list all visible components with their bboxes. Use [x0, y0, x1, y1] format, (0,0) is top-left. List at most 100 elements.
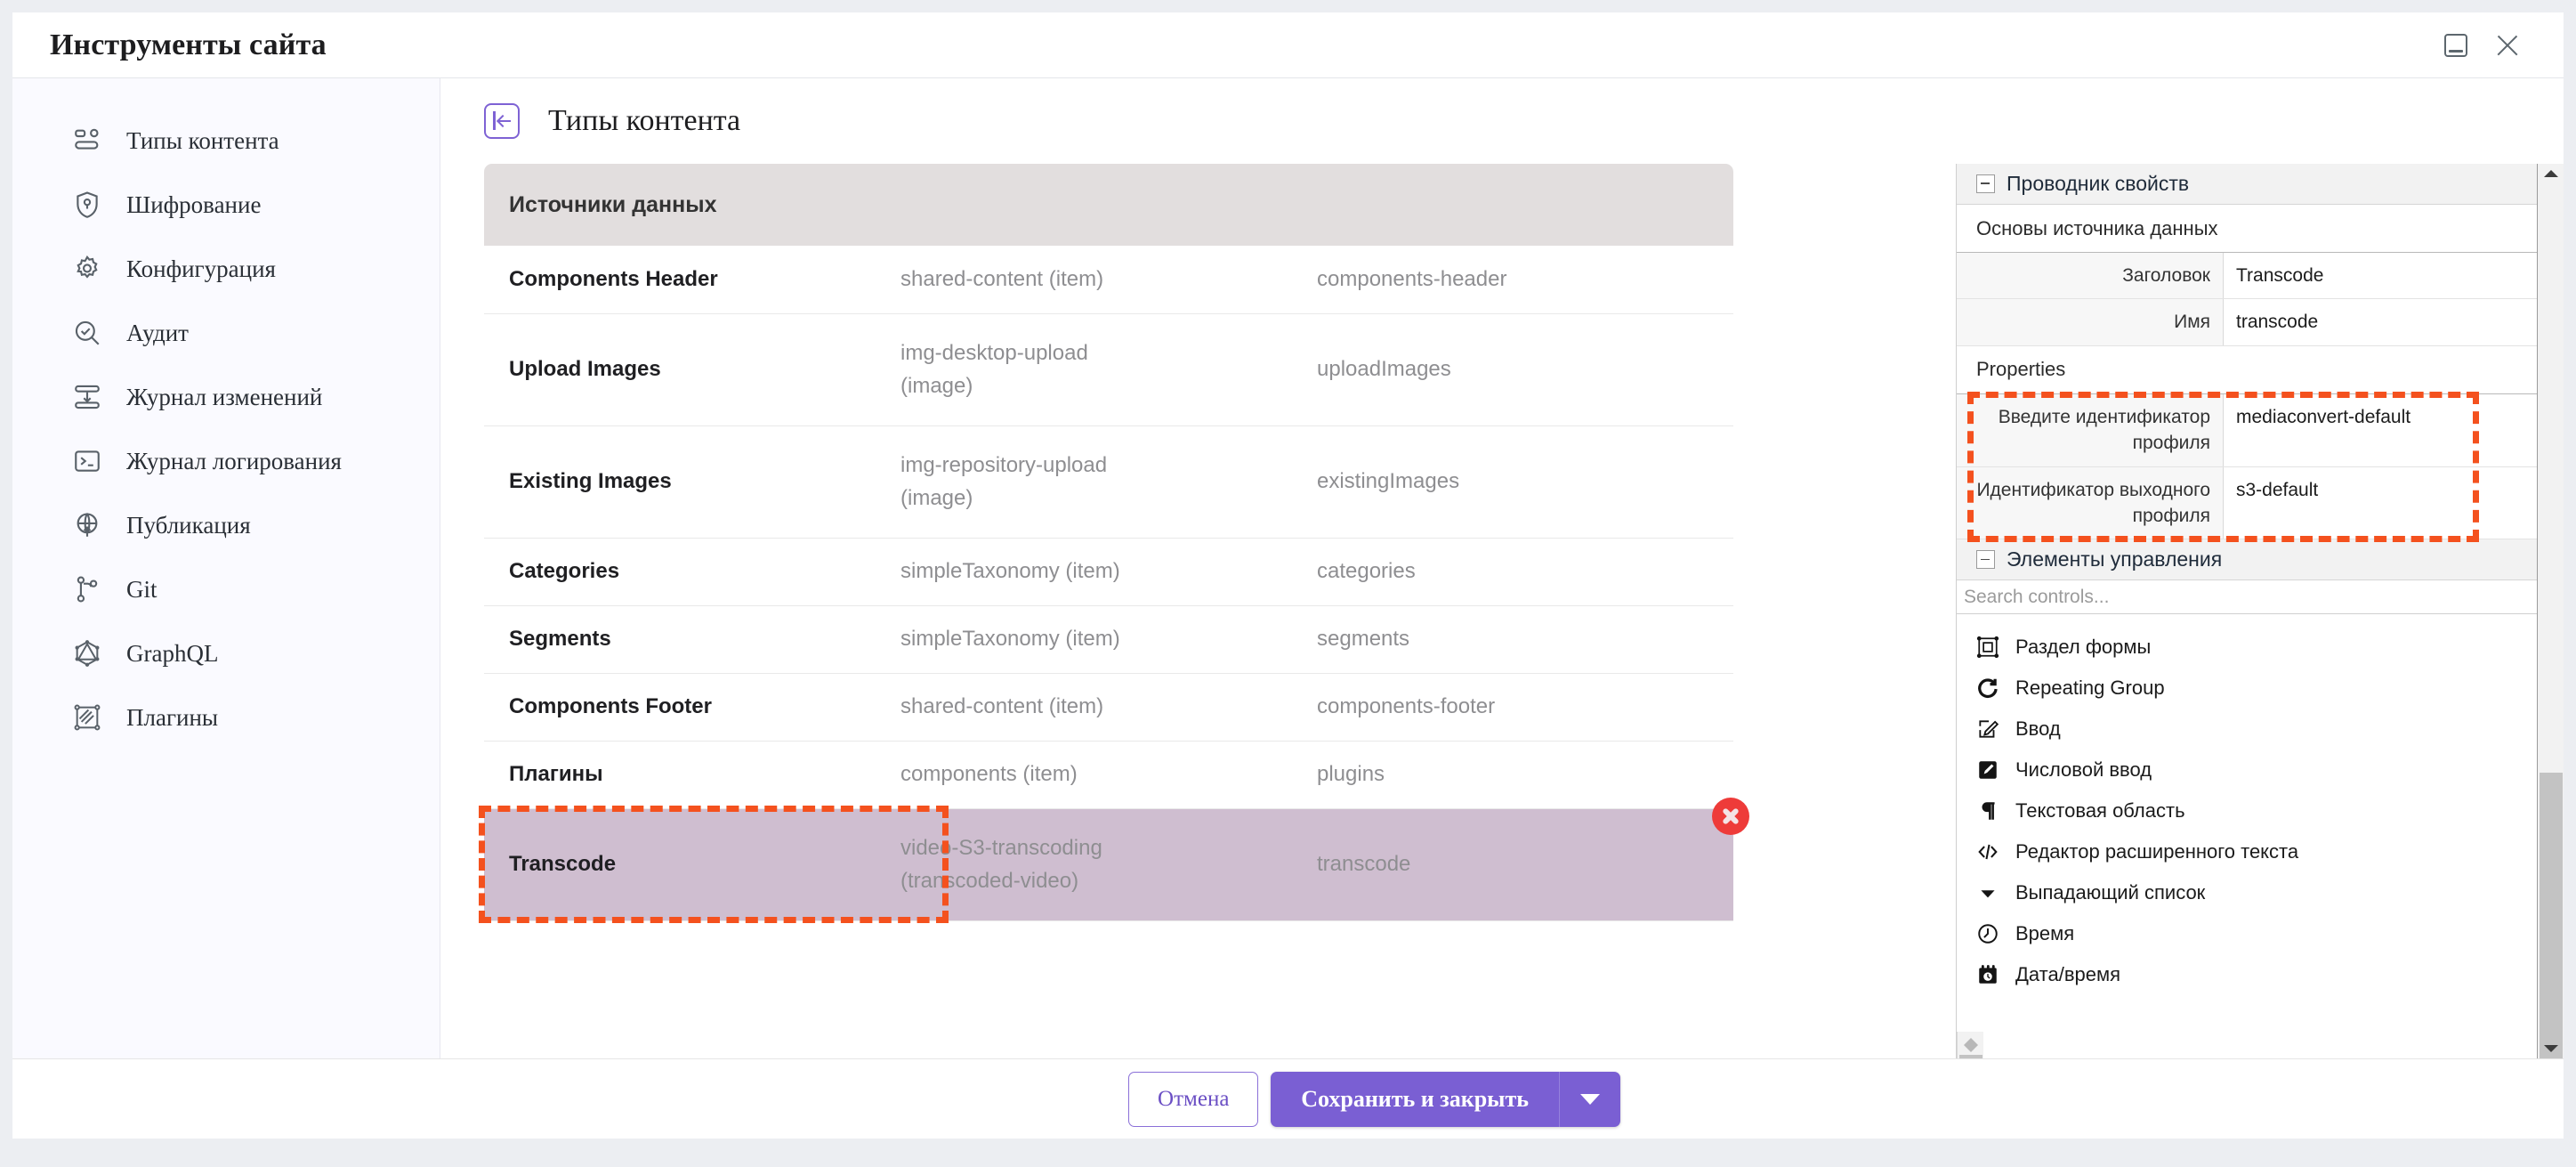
sidebar-item-publish[interactable]: Публикация: [12, 493, 440, 557]
restore-window-button[interactable]: [2430, 20, 2482, 71]
sidebar-item-audit[interactable]: Аудит: [12, 301, 440, 365]
table-cell-title: Existing Images: [484, 425, 900, 539]
properties-panel-scrollbar[interactable]: [1957, 1032, 1983, 1058]
controls-header[interactable]: Элементы управления: [1957, 539, 2537, 581]
window-scrollbar[interactable]: [2537, 164, 2564, 1058]
window-scroll-down-arrow[interactable]: [2538, 1039, 2564, 1058]
properties-explorer-header[interactable]: Проводник свойств: [1957, 164, 2537, 205]
control-item-label: Текстовая область: [2015, 799, 2185, 823]
table-cell-title: Components Footer: [484, 673, 900, 742]
properties-panel: Проводник свойств Основы источника данны…: [1956, 164, 2537, 1058]
table-header-row: Источники данных: [484, 164, 1733, 246]
property-row[interactable]: Введите идентификатор профиля mediaconve…: [1957, 393, 2537, 467]
table-row[interactable]: Categories simpleTaxonomy (item) categorie…: [484, 538, 1733, 606]
search-check-icon: [71, 317, 103, 349]
window-scroll-up-arrow[interactable]: [2538, 164, 2564, 183]
property-value[interactable]: Transcode: [2224, 253, 2537, 299]
property-value[interactable]: transcode: [2224, 299, 2537, 345]
sidebar-item-label: Типы контента: [126, 126, 279, 154]
table-cell-title: Segments: [484, 605, 900, 674]
clock-icon: [1974, 920, 2001, 947]
table-head: Источники данных: [484, 164, 1733, 246]
property-label: Заголовок: [1957, 253, 2224, 299]
control-item-rich-text-editor[interactable]: Редактор расширенного текста: [1957, 831, 2537, 872]
repeat-icon: [1974, 675, 2001, 701]
property-row[interactable]: Идентификатор выходного профиля s3-defau…: [1957, 466, 2537, 540]
table-row[interactable]: Transcode video-S3-transcoding (transcoded…: [484, 808, 1733, 921]
data-sources-table: Источники данных Components Header shared…: [484, 164, 1733, 921]
control-item-label: Repeating Group: [2015, 677, 2165, 700]
control-item-label: Дата/время: [2015, 963, 2121, 986]
sidebar-item-plugins[interactable]: Плагины: [12, 685, 440, 750]
sidebar-item-configuration[interactable]: Конфигурация: [12, 237, 440, 301]
sidebar-item-git[interactable]: Git: [12, 557, 440, 621]
table-row[interactable]: Components Header shared-content (item) co…: [484, 246, 1733, 314]
properties-explorer-title: Проводник свойств: [2007, 172, 2190, 195]
sidebar-item-label: Конфигурация: [126, 255, 276, 282]
search-controls-input[interactable]: [1964, 586, 2537, 608]
properties-panel-inner: Проводник свойств Основы источника данны…: [1957, 164, 2537, 1032]
control-item-label: Время: [2015, 922, 2075, 945]
controls-list: Раздел формы Repeating Group Ввод Числов…: [1957, 614, 2537, 995]
close-window-button[interactable]: [2482, 20, 2533, 71]
control-item-number-input[interactable]: Числовой ввод: [1957, 750, 2537, 790]
datasource-basics-title: Основы источника данных: [1957, 205, 2537, 253]
form-section-icon: [1974, 634, 2001, 660]
footer-buttons: Отмена Сохранить и закрыть: [1128, 1071, 1620, 1127]
save-split-button: Сохранить и закрыть: [1271, 1071, 1620, 1127]
control-item-input[interactable]: Ввод: [1957, 709, 2537, 750]
window-scroll-thumb[interactable]: [2540, 773, 2563, 1058]
control-item-form-section[interactable]: Раздел формы: [1957, 627, 2537, 668]
dialog-footer: Отмена Сохранить и закрыть: [12, 1058, 2564, 1139]
table-cell-name: transcode: [1317, 808, 1733, 921]
table-body: Components Header shared-content (item) co…: [484, 246, 1733, 921]
table-cell-title: Categories: [484, 538, 900, 606]
control-item-datetime[interactable]: Дата/время: [1957, 954, 2537, 995]
property-value[interactable]: mediaconvert-default: [2224, 393, 2537, 466]
sidebar-item-logs[interactable]: Журнал логирования: [12, 429, 440, 493]
paragraph-icon: [1974, 798, 2001, 824]
table-cell-type: shared-content (item): [900, 246, 1317, 314]
table-cell-type: img-repository-upload (image): [900, 425, 1317, 539]
terminal-icon: [71, 445, 103, 477]
table-row[interactable]: Плагины components (item) plugins: [484, 741, 1733, 809]
sidebar-item-label: GraphQL: [126, 639, 219, 667]
property-row[interactable]: Имя transcode: [1957, 299, 2537, 346]
table-cell-name: uploadImages: [1317, 313, 1733, 426]
sidebar-item-change-log[interactable]: Журнал изменений: [12, 365, 440, 429]
table-row[interactable]: Components Footer shared-content (item) co…: [484, 673, 1733, 742]
control-item-dropdown[interactable]: Выпадающий список: [1957, 872, 2537, 913]
table-cell-name: components-header: [1317, 246, 1733, 314]
cancel-button[interactable]: Отмена: [1128, 1071, 1259, 1127]
delete-row-icon[interactable]: [1712, 798, 1749, 835]
plugins-icon: [71, 701, 103, 733]
sidebar-item-encryption[interactable]: Шифрование: [12, 173, 440, 237]
table-row[interactable]: Upload Images img-desktop-upload (image) up…: [484, 313, 1733, 426]
collapse-minus-icon[interactable]: [1976, 550, 1995, 570]
table-cell-name: components-footer: [1317, 673, 1733, 742]
collapse-panel-icon[interactable]: [484, 103, 520, 139]
save-and-close-button[interactable]: Сохранить и закрыть: [1271, 1071, 1560, 1127]
table-cell-title: Плагины: [484, 741, 900, 809]
table-cell-title: Components Header: [484, 246, 900, 314]
property-row[interactable]: Заголовок Transcode: [1957, 253, 2537, 300]
globe-upload-icon: [71, 509, 103, 541]
property-value[interactable]: s3-default: [2224, 466, 2537, 539]
scroll-down-arrow[interactable]: [1958, 1039, 1984, 1058]
sidebar-item-label: Плагины: [126, 703, 219, 731]
content-types-content: Источники данных Components Header shared…: [440, 164, 1956, 1058]
save-options-button[interactable]: [1560, 1072, 1620, 1127]
sidebar-item-content-types[interactable]: Типы контента: [12, 109, 440, 173]
table-cell-type: shared-content (item): [900, 673, 1317, 742]
collapse-minus-icon[interactable]: [1976, 174, 1995, 193]
sidebar-item-graphql[interactable]: GraphQL: [12, 621, 440, 685]
gear-icon: [71, 253, 103, 285]
control-item-repeating-group[interactable]: Repeating Group: [1957, 668, 2537, 709]
control-item-textarea[interactable]: Текстовая область: [1957, 790, 2537, 831]
control-item-time[interactable]: Время: [1957, 913, 2537, 954]
search-controls-field[interactable]: [1957, 580, 2537, 615]
table-row[interactable]: Segments simpleTaxonomy (item) segments: [484, 605, 1733, 674]
table-header-label: Источники данных: [484, 164, 1733, 246]
table-row[interactable]: Existing Images img-repository-upload (ima…: [484, 425, 1733, 539]
caret-down-icon: [1580, 1093, 1600, 1105]
